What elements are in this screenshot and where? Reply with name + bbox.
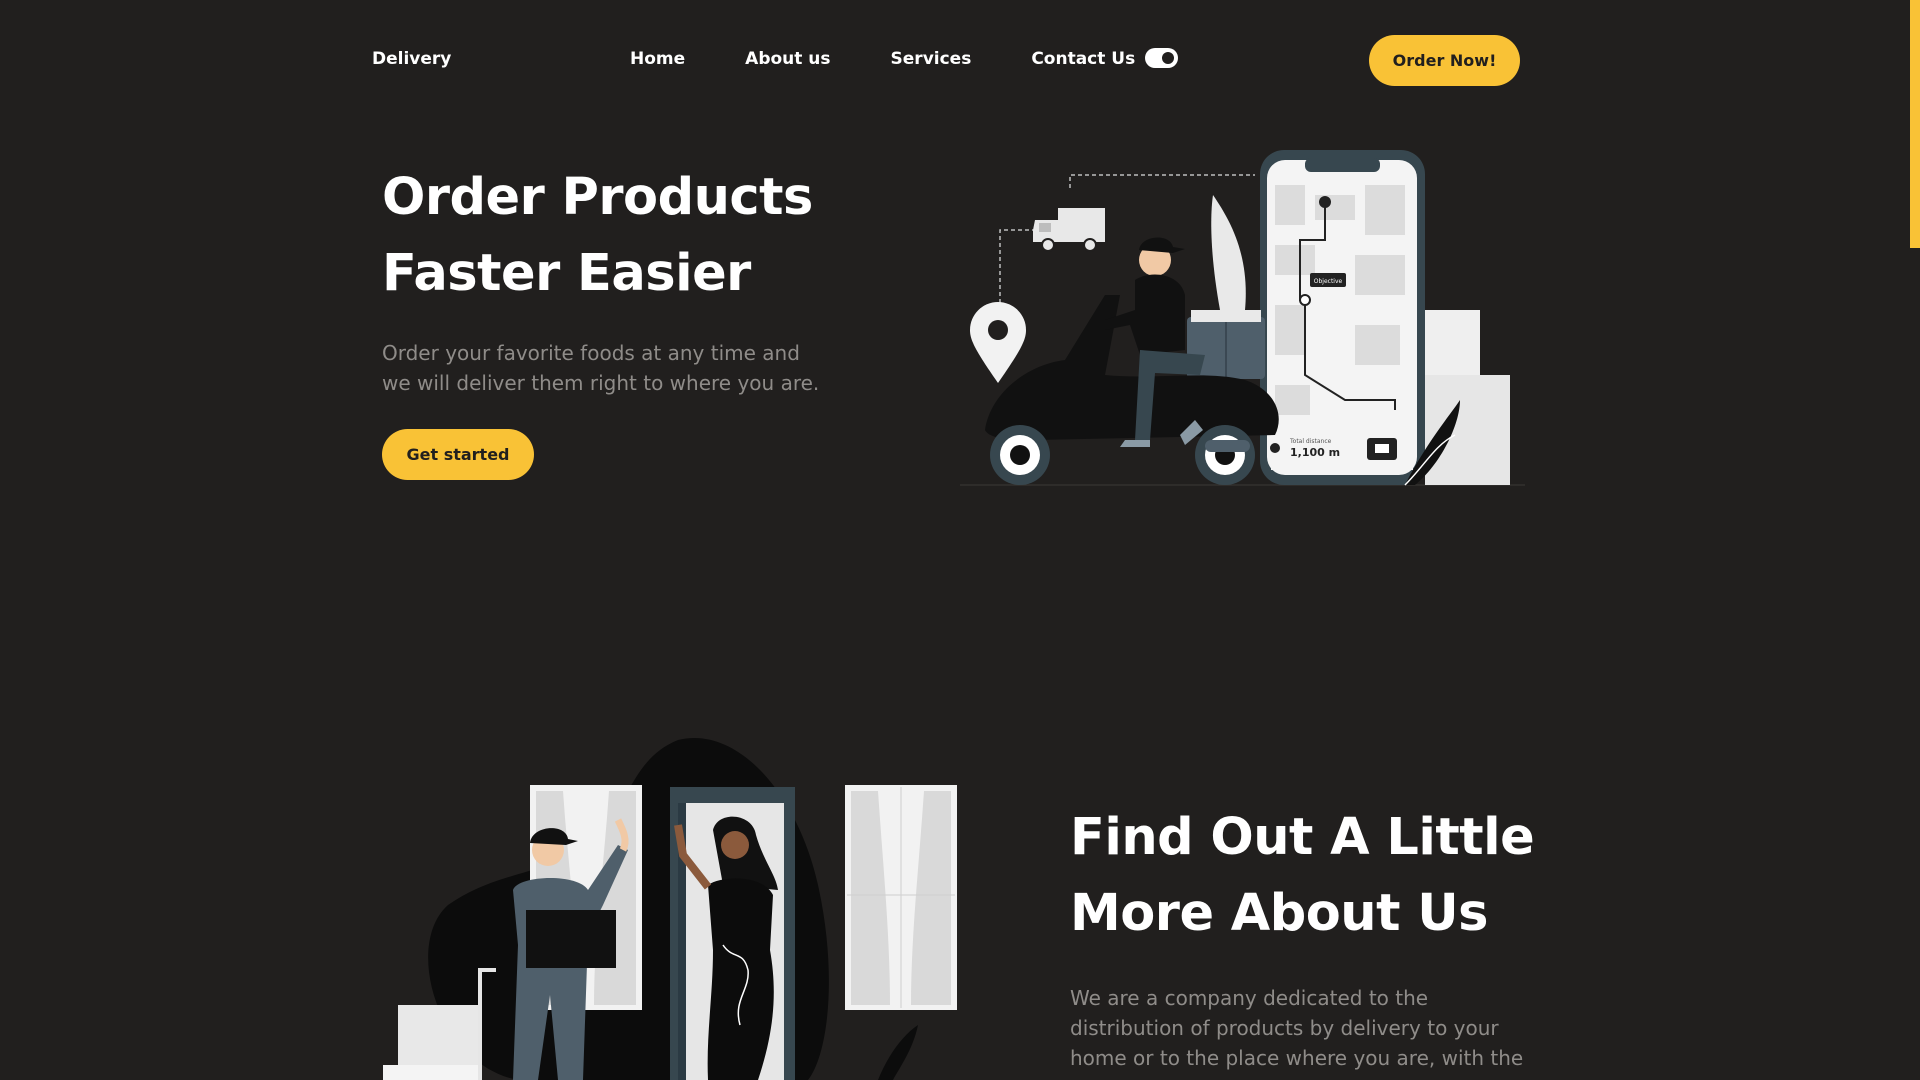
main-nav: Home About us Services Contact Us — [630, 49, 1195, 69]
nav-contact-link[interactable]: Contact Us — [1031, 49, 1135, 69]
order-now-button[interactable]: Order Now! — [1369, 35, 1520, 86]
theme-toggle[interactable] — [1145, 48, 1178, 68]
phone-map-icon: Objective Total distance 1,100 m — [1260, 150, 1425, 485]
hero-description: Order your favorite foods at any time an… — [382, 341, 820, 395]
hero-title-line1: Order Products — [382, 168, 813, 227]
window-right-icon — [845, 785, 957, 1010]
about-description: We are a company dedicated to the distri… — [1070, 986, 1524, 1070]
about-title-line2: More About Us — [1070, 884, 1489, 943]
delivery-door-illustration — [383, 737, 957, 1080]
map-objective-label: Objective — [1314, 278, 1343, 285]
hero-title: Order Products Faster Easier — [382, 160, 862, 312]
nav-services-link[interactable]: Services — [891, 49, 972, 69]
get-started-button[interactable]: Get started — [382, 429, 534, 480]
site-logo[interactable]: Delivery — [372, 49, 451, 69]
about-title-line1: Find Out A Little — [1070, 808, 1535, 867]
delivery-scooter-illustration: Objective Total distance 1,100 m — [960, 150, 1525, 486]
site-header: Delivery Home About us Services Contact … — [0, 0, 1910, 120]
location-pin-icon — [970, 302, 1026, 383]
nav-home-link[interactable]: Home — [630, 49, 685, 69]
theme-toggle-knob — [1162, 52, 1174, 64]
page: Delivery Home About us Services Contact … — [0, 0, 1910, 1080]
page-scrollbar[interactable] — [1910, 0, 1920, 1080]
nav-about-link[interactable]: About us — [745, 49, 830, 69]
distance-value: 1,100 m — [1290, 446, 1340, 459]
truck-icon — [1033, 208, 1105, 252]
about-title: Find Out A Little More About Us — [1070, 800, 1570, 952]
distance-caption: Total distance — [1289, 438, 1332, 445]
page-scrollbar-thumb[interactable] — [1910, 0, 1920, 248]
hero-title-line2: Faster Easier — [382, 244, 751, 303]
